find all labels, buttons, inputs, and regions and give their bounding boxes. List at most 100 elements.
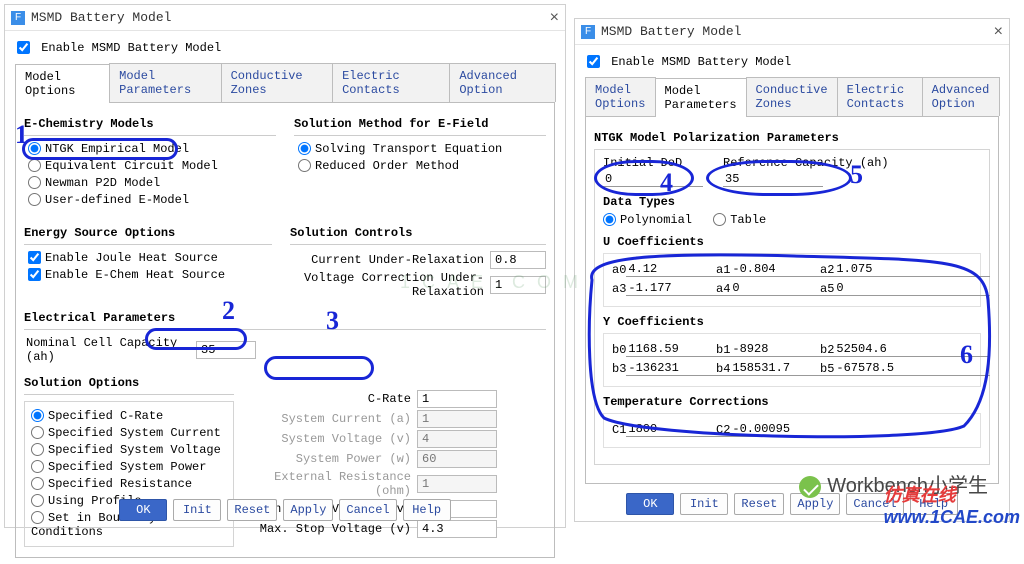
radio-polynomial[interactable]: [603, 213, 616, 226]
init-button[interactable]: Init: [680, 493, 728, 515]
cur-label: Current Under-Relaxation: [290, 253, 490, 267]
label-specified-crate: Specified C-Rate: [48, 409, 163, 423]
radio-specified-system-voltage[interactable]: [31, 443, 44, 456]
sysvolt-input: [417, 430, 497, 448]
ok-button[interactable]: OK: [626, 493, 674, 515]
initial-dod-label: Initial DoD: [603, 156, 703, 170]
radio-specified-system-current[interactable]: [31, 426, 44, 439]
maxstop-input[interactable]: [417, 520, 497, 538]
initial-dod-input[interactable]: [603, 172, 703, 187]
app-icon: F: [11, 11, 25, 25]
radio-solving-transport[interactable]: [298, 142, 311, 155]
app-icon: F: [581, 25, 595, 39]
input-b2[interactable]: [834, 342, 990, 357]
label-specified-system-power: Specified System Power: [48, 460, 206, 474]
lbl-a4: a4: [716, 282, 730, 296]
input-c2[interactable]: [730, 422, 886, 437]
extres-label: External Resistance (ohm): [252, 470, 417, 498]
tab-model-parameters[interactable]: Model Parameters: [655, 78, 747, 117]
lbl-b0: b0: [612, 343, 626, 357]
radio-reduced-order[interactable]: [298, 159, 311, 172]
button-bar: OK Init Reset Apply Cancel Help: [5, 499, 565, 521]
close-icon[interactable]: ×: [994, 23, 1003, 41]
data-types-title: Data Types: [603, 195, 981, 209]
ok-button[interactable]: OK: [119, 499, 167, 521]
watermark-url: 仿真在线 www.1CAE.com: [884, 481, 1020, 528]
nominal-capacity-label: Nominal Cell Capacity (ah): [26, 336, 196, 364]
cancel-button[interactable]: Cancel: [339, 499, 396, 521]
energy-source-title: Energy Source Options: [24, 226, 272, 240]
radio-equivalent-circuit[interactable]: [28, 159, 41, 172]
solution-method-title: Solution Method for E-Field: [294, 117, 546, 131]
solution-controls-title: Solution Controls: [290, 226, 546, 240]
enable-msmd-row: Enable MSMD Battery Model: [587, 55, 999, 69]
syscurrent-label: System Current (a): [252, 412, 417, 426]
tab-electric-contacts[interactable]: Electric Contacts: [332, 63, 450, 102]
current-under-relaxation-input[interactable]: [490, 251, 546, 269]
close-icon[interactable]: ×: [550, 9, 559, 27]
apply-button[interactable]: Apply: [790, 493, 840, 515]
msmd-dialog-left: F MSMD Battery Model × Enable MSMD Batte…: [4, 4, 566, 528]
apply-button[interactable]: Apply: [283, 499, 333, 521]
radio-user-defined[interactable]: [28, 193, 41, 206]
msmd-dialog-right: F MSMD Battery Model × Enable MSMD Batte…: [574, 18, 1010, 522]
reset-button[interactable]: Reset: [227, 499, 277, 521]
u-coefficients-title: U Coefficients: [603, 235, 981, 249]
tab-model-options[interactable]: Model Options: [15, 64, 110, 103]
label-joule-heat: Enable Joule Heat Source: [45, 251, 218, 265]
lbl-b1: b1: [716, 343, 730, 357]
maxstop-label: Max. Stop Voltage (v): [252, 522, 417, 536]
tab-conductive-zones[interactable]: Conductive Zones: [221, 63, 333, 102]
input-a2[interactable]: [834, 262, 990, 277]
enable-msmd-checkbox[interactable]: [17, 41, 30, 54]
tab-advanced-option[interactable]: Advanced Option: [922, 77, 1000, 116]
lbl-b3: b3: [612, 362, 626, 376]
tab-model-options[interactable]: Model Options: [585, 77, 656, 116]
reference-capacity-input[interactable]: [723, 172, 823, 187]
lbl-a2: a2: [820, 263, 834, 277]
label-specified-system-current: Specified System Current: [48, 426, 221, 440]
lbl-c2: C2: [716, 423, 730, 437]
label-equivalent-circuit: Equivalent Circuit Model: [45, 159, 218, 173]
enable-msmd-label: Enable MSMD Battery Model: [41, 41, 221, 55]
titlebar: F MSMD Battery Model ×: [5, 5, 565, 31]
label-user-defined: User-defined E-Model: [45, 193, 189, 207]
tab-panel-model-options: E-Chemistry Models NTGK Empirical Model …: [15, 103, 555, 558]
vcur-label: Voltage Correction Under-Relaxation: [290, 271, 490, 299]
reset-button[interactable]: Reset: [734, 493, 784, 515]
label-newman-p2d: Newman P2D Model: [45, 176, 160, 190]
label-table: Table: [730, 213, 766, 227]
radio-newman-p2d[interactable]: [28, 176, 41, 189]
lbl-b4: b4: [716, 362, 730, 376]
radio-ntgk-empirical[interactable]: [28, 142, 41, 155]
tab-model-parameters[interactable]: Model Parameters: [109, 63, 221, 102]
radio-specified-resistance[interactable]: [31, 477, 44, 490]
syspower-label: System Power (w): [252, 452, 417, 466]
extres-input: [417, 475, 497, 493]
chk-echem-heat[interactable]: [28, 268, 41, 281]
voltage-correction-input[interactable]: [490, 276, 546, 294]
radio-specified-crate[interactable]: [31, 409, 44, 422]
tab-electric-contacts[interactable]: Electric Contacts: [837, 77, 923, 116]
radio-table[interactable]: [713, 213, 726, 226]
nominal-capacity-input[interactable]: [196, 341, 256, 359]
lbl-a0: a0: [612, 263, 626, 277]
init-button[interactable]: Init: [173, 499, 221, 521]
tab-conductive-zones[interactable]: Conductive Zones: [746, 77, 838, 116]
input-a5[interactable]: [834, 281, 990, 296]
temperature-corrections-title: Temperature Corrections: [603, 395, 981, 409]
tab-advanced-option[interactable]: Advanced Option: [449, 63, 556, 102]
reference-capacity-label: Reference Capacity (ah): [723, 156, 889, 170]
crate-input[interactable]: [417, 390, 497, 408]
radio-specified-system-power[interactable]: [31, 460, 44, 473]
enable-msmd-checkbox[interactable]: [587, 55, 600, 68]
echem-models-title: E-Chemistry Models: [24, 117, 276, 131]
help-button[interactable]: Help: [403, 499, 451, 521]
tabs: Model Options Model Parameters Conductiv…: [585, 77, 999, 117]
syspower-input: [417, 450, 497, 468]
input-b5[interactable]: [834, 361, 990, 376]
label-ntgk-empirical: NTGK Empirical Model: [45, 142, 189, 156]
solution-options-title: Solution Options: [24, 376, 234, 390]
chk-joule-heat[interactable]: [28, 251, 41, 264]
enable-msmd-row: Enable MSMD Battery Model: [17, 41, 555, 55]
